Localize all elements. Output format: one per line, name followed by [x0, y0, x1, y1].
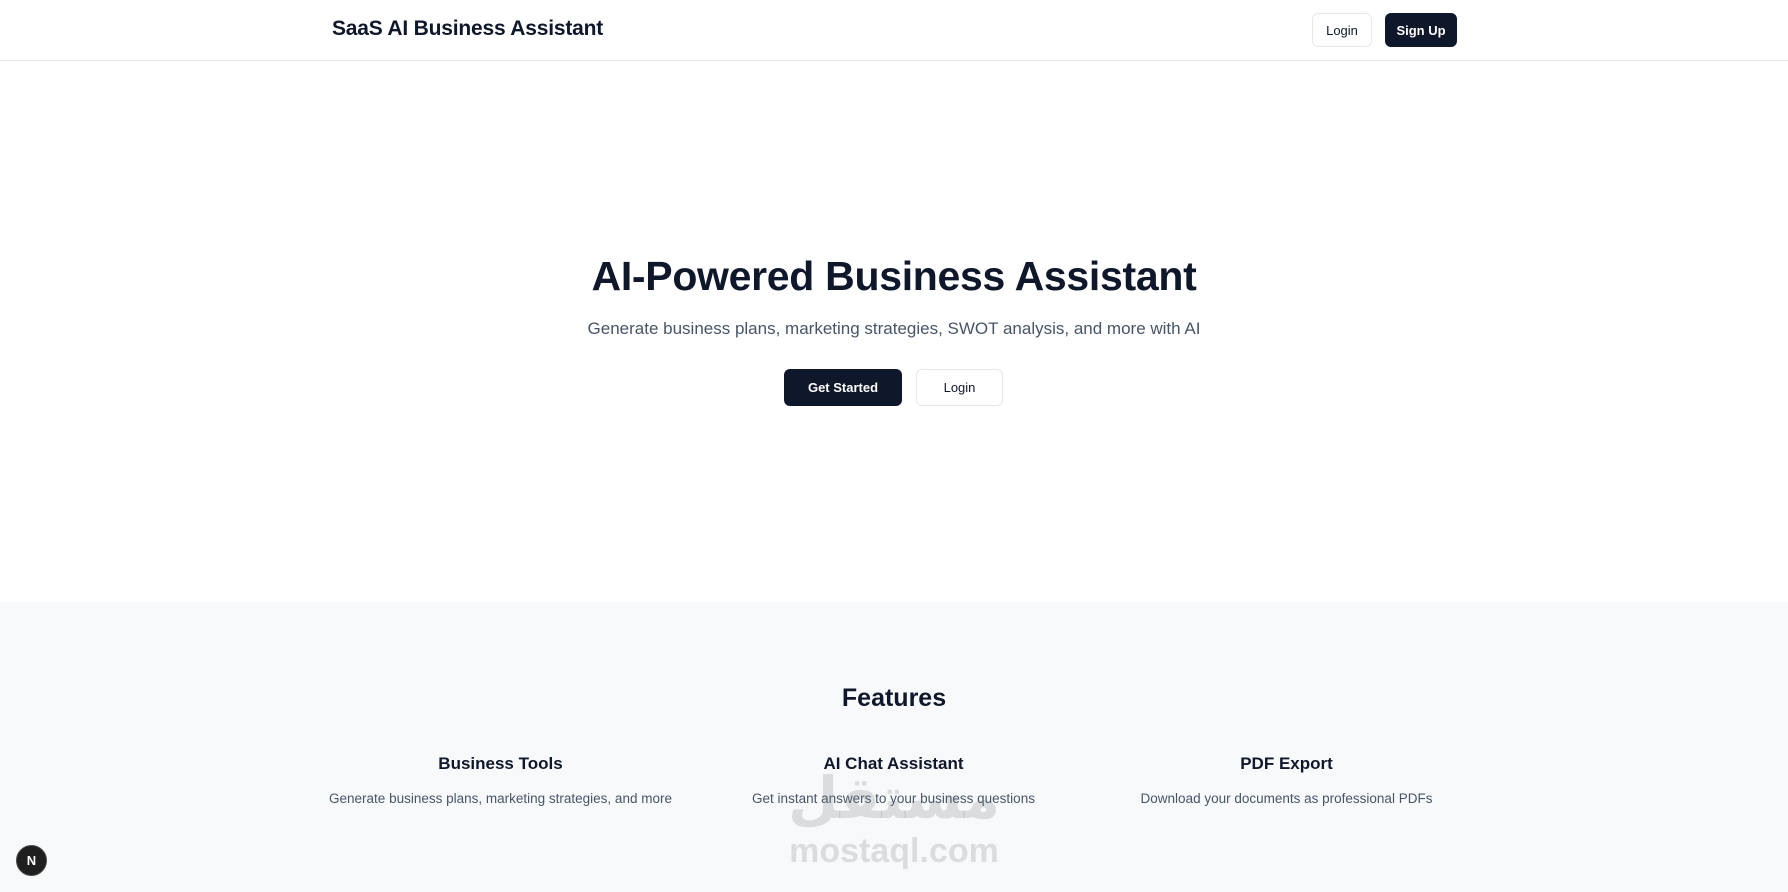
feature-description: Get instant answers to your business que… — [752, 791, 1035, 806]
brand-title[interactable]: SaaS AI Business Assistant — [332, 17, 603, 41]
feature-title: Business Tools — [438, 754, 563, 773]
feature-description: Generate business plans, marketing strat… — [329, 791, 672, 806]
feature-title: AI Chat Assistant — [823, 754, 964, 773]
feature-title: PDF Export — [1240, 754, 1333, 773]
feature-card-pdf-export: PDF Export Download your documents as pr… — [1090, 754, 1483, 806]
feature-description: Download your documents as professional … — [1140, 791, 1433, 806]
feature-card-ai-chat: AI Chat Assistant Get instant answers to… — [697, 754, 1090, 806]
hero-section: AI-Powered Business Assistant Generate b… — [0, 62, 1788, 602]
features-section: Features Business Tools Generate busines… — [0, 602, 1788, 892]
nav-login-button[interactable]: Login — [1312, 13, 1372, 47]
nav-signup-button[interactable]: Sign Up — [1385, 13, 1457, 47]
feature-card-business-tools: Business Tools Generate business plans, … — [304, 754, 697, 806]
get-started-button[interactable]: Get Started — [784, 369, 902, 406]
features-heading: Features — [841, 684, 947, 712]
hero-subtitle: Generate business plans, marketing strat… — [587, 319, 1201, 338]
top-navbar: SaaS AI Business Assistant Login Sign Up — [0, 0, 1788, 61]
hero-login-button[interactable]: Login — [916, 369, 1003, 406]
nextjs-dev-indicator-icon[interactable]: N — [16, 845, 47, 876]
hero-title: AI-Powered Business Assistant — [591, 253, 1197, 299]
